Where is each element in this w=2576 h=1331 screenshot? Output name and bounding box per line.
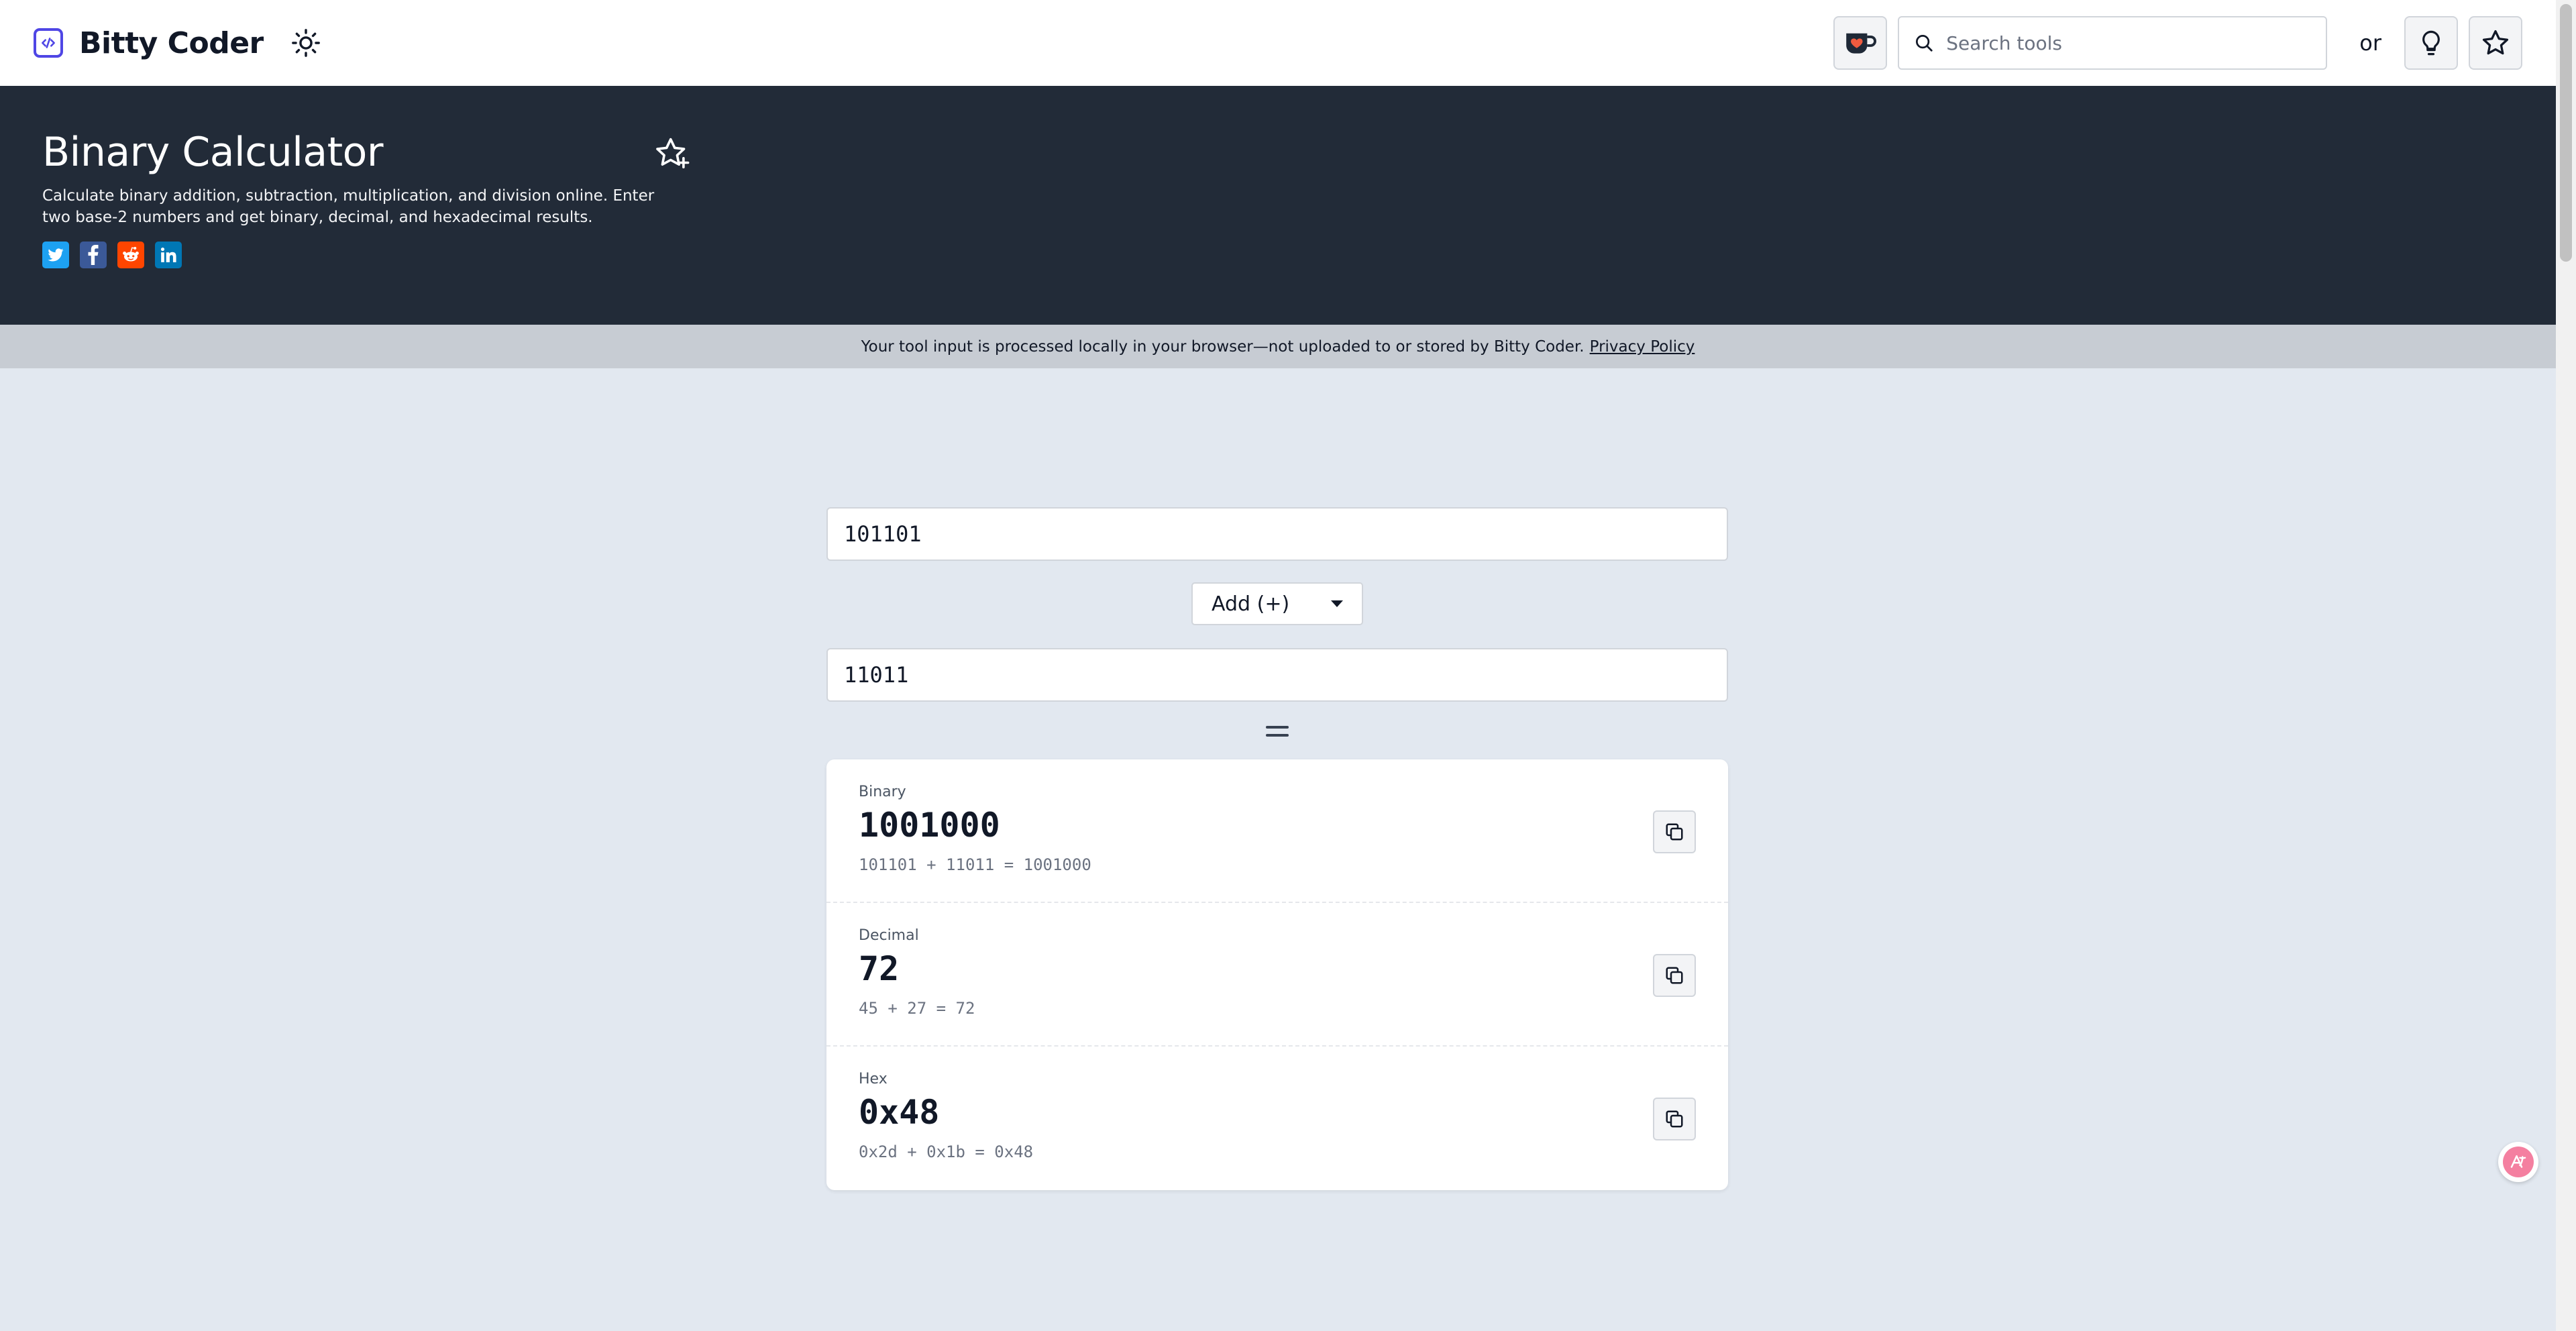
decimal-result: Decimal 72 45 + 27 = 72 (826, 903, 1728, 1047)
results-card: Binary 1001000 101101 + 11011 = 1001000 … (826, 759, 1728, 1190)
result-label: Decimal (859, 927, 919, 944)
code-logo-icon (34, 28, 63, 58)
page-description: Calculate binary addition, subtraction, … (42, 187, 655, 226)
search-icon (1916, 35, 1933, 52)
coffee-cup-icon (1846, 33, 1877, 54)
reddit-icon (123, 247, 139, 262)
operation-row: Add (+) (826, 582, 1728, 625)
or-label: or (2359, 30, 2381, 56)
linkedin-share-button[interactable] (155, 242, 182, 268)
page-title: Binary Calculator (42, 129, 384, 176)
star-plus-icon (656, 138, 690, 169)
binary-result: Binary 1001000 101101 + 11011 = 1001000 (826, 759, 1728, 903)
result-value: 0x48 (859, 1093, 940, 1132)
copy-binary-button[interactable] (1653, 810, 1696, 853)
copy-icon (1666, 1110, 1683, 1128)
facebook-share-button[interactable] (80, 242, 107, 268)
result-expression: 0x2d + 0x1b = 0x48 (859, 1142, 1034, 1161)
top-bar: Bitty Coder Search tools or (0, 0, 2556, 86)
page: Bitty Coder Search tools or Binary Calcu… (0, 0, 2556, 1331)
facebook-icon (88, 245, 99, 265)
favorites-button[interactable] (2469, 16, 2522, 70)
reddit-share-button[interactable] (117, 242, 144, 268)
floating-widget-button[interactable] (2498, 1142, 2538, 1182)
hero-section: Binary Calculator Calculate binary addit… (0, 86, 2556, 325)
privacy-notice: Your tool input is processed locally in … (0, 325, 2556, 368)
star-icon (2482, 30, 2509, 55)
suggest-tool-button[interactable] (2404, 16, 2458, 70)
result-value: 1001000 (859, 806, 1000, 845)
result-label: Hex (859, 1071, 888, 1087)
equals-row (826, 725, 1728, 738)
search-box[interactable] (1898, 16, 2328, 70)
sun-icon (291, 29, 320, 57)
support-button[interactable] (1833, 16, 1888, 70)
top-right-controls: or (1833, 16, 2522, 70)
equals-icon (1266, 725, 1289, 738)
twitter-share-button[interactable] (42, 242, 69, 268)
brand-link[interactable]: Bitty Coder (34, 26, 264, 60)
caret-down-icon (1331, 600, 1343, 607)
twitter-icon (48, 248, 64, 262)
binary-calculator: 101101 Add (+) 11011 Binary 1001000 1011… (826, 507, 1728, 1190)
brand-name: Bitty Coder (79, 25, 264, 60)
first-number-input[interactable]: 101101 (826, 507, 1728, 561)
search-input[interactable] (1946, 32, 2309, 54)
scrollbar-thumb[interactable] (2560, 4, 2572, 262)
privacy-policy-link[interactable]: Privacy Policy (1590, 338, 1695, 356)
result-value: 72 (859, 949, 900, 988)
share-buttons (42, 242, 2556, 268)
hex-result: Hex 0x48 0x2d + 0x1b = 0x48 (826, 1047, 1728, 1190)
second-number-input[interactable]: 11011 (826, 648, 1728, 702)
operation-selected-value: Add (+) (1212, 592, 1290, 616)
add-favorite-button[interactable] (654, 136, 690, 172)
result-expression: 45 + 27 = 72 (859, 999, 975, 1018)
result-label: Binary (859, 784, 906, 800)
copy-decimal-button[interactable] (1653, 954, 1696, 997)
theme-toggle-button[interactable] (289, 26, 323, 60)
privacy-text: Your tool input is processed locally in … (861, 337, 1585, 356)
translate-icon (2503, 1147, 2534, 1177)
operation-select[interactable]: Add (+) (1191, 582, 1363, 625)
result-expression: 101101 + 11011 = 1001000 (859, 855, 1091, 874)
copy-icon (1666, 823, 1683, 841)
lightbulb-icon (2422, 30, 2440, 56)
linkedin-icon (160, 247, 176, 262)
page-scrollbar[interactable] (2556, 0, 2576, 1331)
copy-hex-button[interactable] (1653, 1098, 1696, 1140)
copy-icon (1666, 967, 1683, 984)
